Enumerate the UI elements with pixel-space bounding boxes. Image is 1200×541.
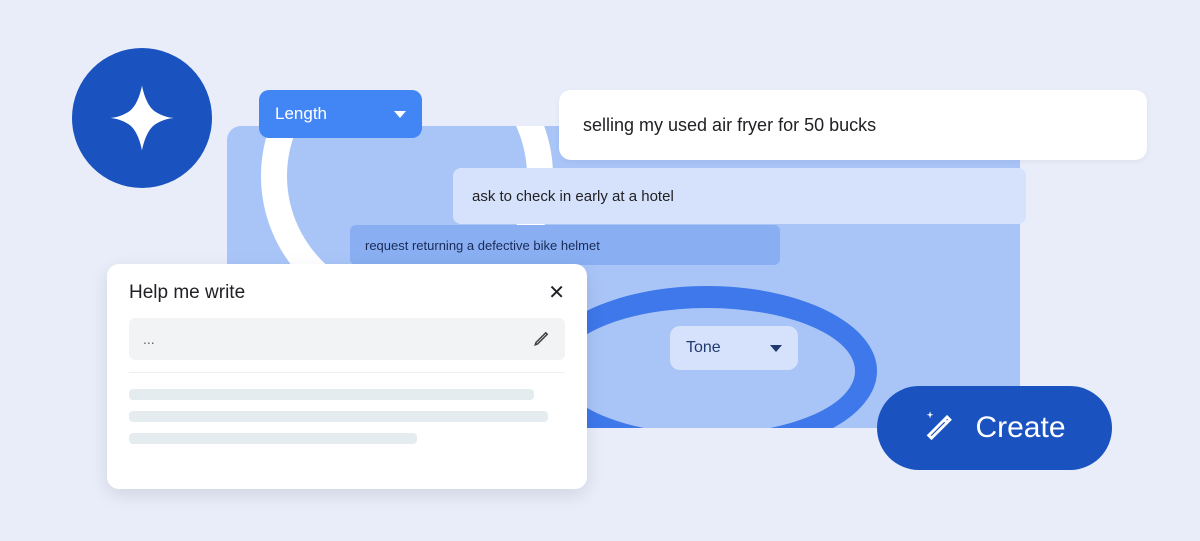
create-button-label: Create [975,411,1065,445]
tone-label: Tone [686,339,721,357]
pencil-icon [533,329,551,350]
chevron-down-icon [770,345,782,352]
length-label: Length [275,104,327,124]
skeleton-line [129,433,417,444]
prompt-suggestion-2[interactable]: ask to check in early at a hotel [453,168,1026,224]
close-icon[interactable]: ✕ [548,283,565,303]
help-me-write-title: Help me write [129,282,245,304]
length-dropdown[interactable]: Length [259,90,422,138]
prompt-text: request returning a defective bike helme… [365,238,600,253]
create-button[interactable]: Create [877,386,1112,470]
skeleton-line [129,389,534,400]
chevron-down-icon [394,111,406,118]
generated-text-preview [129,372,565,444]
help-me-write-header: Help me write ✕ [129,282,565,304]
magic-pen-icon [923,407,957,449]
help-me-write-panel: Help me write ✕ ... [107,264,587,489]
sparkle-logo [72,48,212,188]
prompt-input-placeholder: ... [143,331,155,347]
sparkle-icon [103,79,181,157]
prompt-suggestion-1[interactable]: selling my used air fryer for 50 bucks [559,90,1147,160]
skeleton-line [129,411,548,422]
tone-dropdown[interactable]: Tone [670,326,798,370]
prompt-input[interactable]: ... [129,318,565,360]
prompt-suggestion-3[interactable]: request returning a defective bike helme… [350,225,780,265]
prompt-text: ask to check in early at a hotel [472,188,674,205]
prompt-text: selling my used air fryer for 50 bucks [583,115,876,136]
